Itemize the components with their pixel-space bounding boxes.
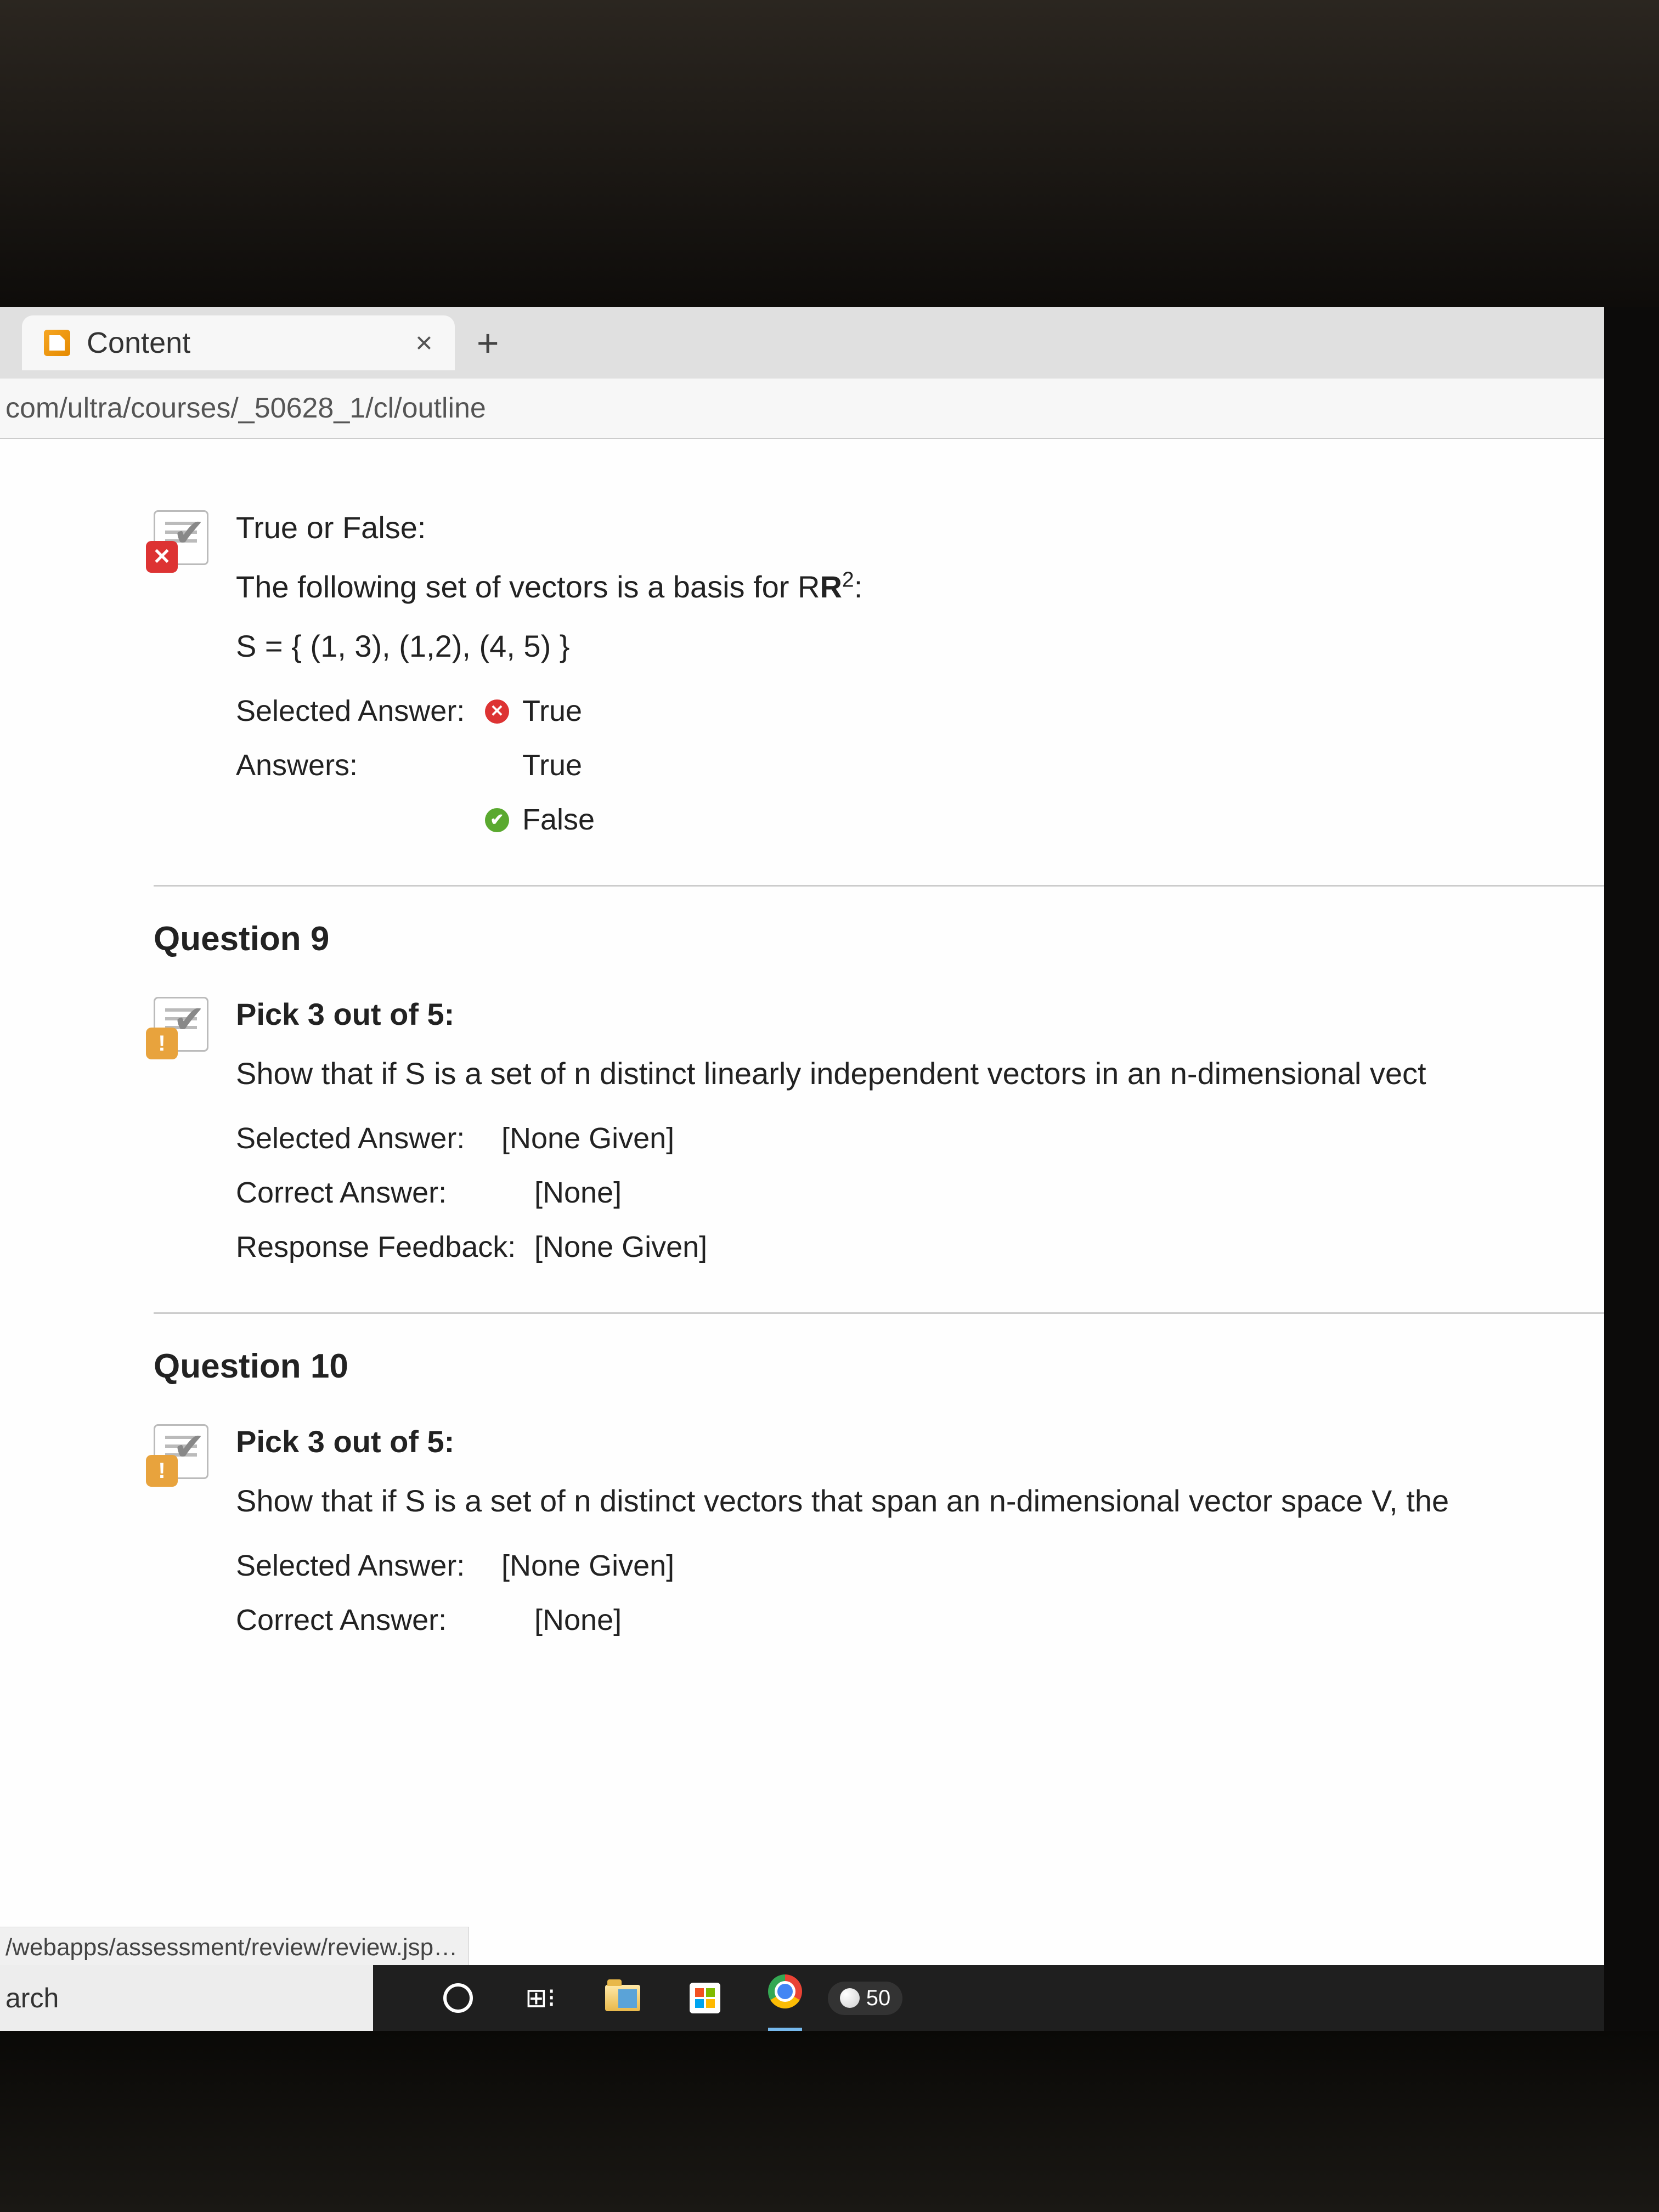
question-9-header: Question 9: [154, 909, 1659, 980]
q9-correct-value: [None]: [501, 1171, 622, 1215]
task-view-icon[interactable]: ⊞⁝: [521, 1979, 560, 2017]
close-tab-icon[interactable]: ×: [415, 326, 433, 360]
new-tab-button[interactable]: +: [477, 321, 499, 365]
question-9-block: Question 9 ✔︎ ! Pick 3 out of 5: Show th…: [154, 887, 1659, 1312]
q9-selected-label: Selected Answer:: [236, 1116, 488, 1161]
address-bar[interactable]: com/ultra/courses/_50628_1/cl/outline: [0, 379, 1659, 439]
q9-prompt-label: Pick 3 out of 5:: [236, 991, 1659, 1037]
q10-correct-value: [None]: [501, 1598, 622, 1643]
microsoft-store-icon[interactable]: [686, 1979, 724, 2017]
link-status-bar: /webapps/assessment/review/review.jsp…: [0, 1927, 469, 1965]
chrome-taskbar-icon[interactable]: [768, 1965, 802, 2031]
q8-set: S = { (1, 3), (1,2), (4, 5) }: [236, 623, 1659, 669]
tab-title: Content: [87, 326, 190, 360]
temperature-value: 50: [866, 1986, 891, 2011]
q9-feedback-value: [None Given]: [534, 1225, 707, 1269]
q9-prompt: Show that if S is a set of n distinct li…: [236, 1051, 1659, 1097]
cortana-icon[interactable]: [439, 1979, 477, 2017]
q10-selected-value: [None Given]: [501, 1544, 674, 1588]
question-10-block: Question 10 ✔︎ ! Pick 3 out of 5: Show t…: [154, 1314, 1659, 1685]
taskbar-search[interactable]: arch: [0, 1965, 373, 2031]
selected-answer-label: Selected Answer:: [236, 689, 472, 733]
url-text: com/ultra/courses/_50628_1/cl/outline: [5, 392, 486, 425]
windows-taskbar: arch ⊞⁝ 50: [0, 1965, 1659, 2031]
q10-prompt: Show that if S is a set of n distinct ve…: [236, 1478, 1659, 1524]
question-10-header: Question 10: [154, 1336, 1659, 1408]
moon-icon: [840, 1988, 860, 2008]
correct-icon: ✔: [485, 808, 509, 832]
answer-option-true: True: [522, 743, 582, 788]
content-page-icon: [44, 330, 70, 356]
page-content: ✔︎ ✕ True or False: The following set of…: [0, 439, 1659, 1965]
selected-answer-value: True: [522, 689, 582, 733]
search-text-visible: arch: [5, 1982, 59, 2014]
q10-correct-label-partial: Correct Answer:: [236, 1598, 488, 1643]
q8-prompt: The following set of vectors is a basis …: [236, 564, 1659, 610]
browser-tab-content[interactable]: Content ×: [22, 315, 455, 370]
needs-grading-status-icon-2: ✔︎ !: [154, 1424, 208, 1479]
question-8-block: ✔︎ ✕ True or False: The following set of…: [154, 472, 1659, 885]
tab-strip: Content × +: [0, 307, 1659, 379]
q9-correct-label: Correct Answer:: [236, 1171, 488, 1215]
q9-feedback-label: Response Feedback:: [236, 1225, 521, 1269]
incorrect-icon: ✕: [485, 699, 509, 724]
q10-selected-label: Selected Answer:: [236, 1544, 488, 1588]
q9-selected-value: [None Given]: [501, 1116, 674, 1161]
incorrect-status-icon: ✔︎ ✕: [154, 510, 208, 565]
weather-widget[interactable]: 50: [846, 1979, 884, 2017]
file-explorer-icon[interactable]: [603, 1979, 642, 2017]
q10-prompt-label: Pick 3 out of 5:: [236, 1419, 1659, 1465]
answers-label: Answers:: [236, 743, 472, 788]
answer-option-false: False: [522, 798, 595, 842]
q8-prompt-label: True or False:: [236, 505, 1659, 551]
needs-grading-status-icon: ✔︎ !: [154, 997, 208, 1052]
